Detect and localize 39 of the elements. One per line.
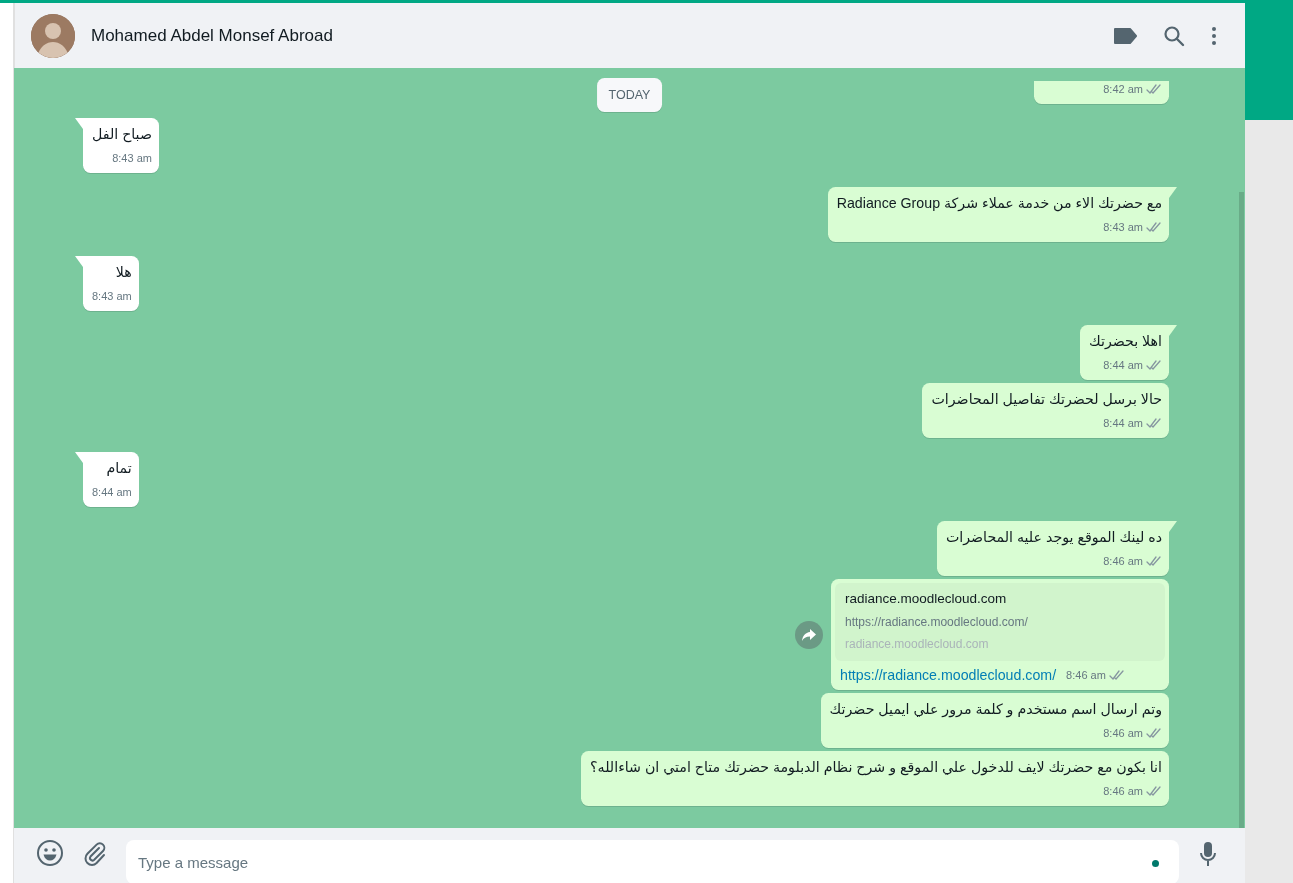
message-time: 8:42 am bbox=[1043, 81, 1162, 97]
avatar[interactable] bbox=[31, 13, 75, 58]
label-icon[interactable] bbox=[1113, 26, 1137, 45]
message-time: 8:44 am bbox=[931, 415, 1162, 431]
message-time: 8:43 am bbox=[836, 219, 1162, 235]
message-time: 8:46 am bbox=[829, 725, 1162, 741]
date-chip: TODAY bbox=[596, 78, 663, 112]
preview-url: https://radiance.moodlecloud.com/ bbox=[845, 615, 1029, 629]
paperclip-icon[interactable] bbox=[82, 840, 108, 866]
scrollbar[interactable] bbox=[1239, 192, 1244, 828]
message-time: 8:46 am bbox=[945, 553, 1162, 569]
menu-icon[interactable] bbox=[1211, 25, 1217, 46]
message-link[interactable]: https://radiance.moodlecloud.com/ bbox=[840, 667, 1057, 683]
link-preview[interactable]: radiance.moodlecloud.com https://radiance.moodlecloud.com/ radiance.moodlecloud.com bbox=[835, 583, 1165, 661]
message-time: 8:43 am bbox=[92, 289, 132, 304]
message-text: حالا برسل لحضرتك تفاصيل المحاضرات bbox=[931, 390, 1162, 410]
message-time: 8:44 am bbox=[1089, 357, 1162, 373]
message-text: انا بكون مع حضرتك لايف للدخول علي الموقع و شرح نظام الدبلومة حضرتك متاح امتي ان شاءالله؟ bbox=[590, 758, 1162, 778]
message-text: وتم ارسال اسم مستخدم و كلمة مرور علي ايميل حضرتك bbox=[829, 700, 1162, 720]
message-input[interactable]: Type a message bbox=[126, 840, 1179, 883]
message-time: 8:46 am bbox=[1066, 667, 1125, 683]
message-time: 8:43 am bbox=[111, 151, 152, 166]
message-text: اهلا بحضرتك bbox=[1089, 332, 1162, 351]
contact-name: Mohamed Abdel Monsef Abroad bbox=[91, 25, 334, 46]
status-dot bbox=[1152, 860, 1159, 867]
forward-button[interactable] bbox=[795, 620, 823, 649]
microphone-icon[interactable] bbox=[1199, 841, 1217, 867]
emoji-icon[interactable] bbox=[36, 839, 64, 867]
message-text: صباح الفل bbox=[92, 125, 152, 145]
message-time: 8:44 am bbox=[92, 485, 132, 500]
message-text: هلا bbox=[114, 263, 132, 282]
search-icon[interactable] bbox=[1163, 24, 1185, 47]
message-text: ده لينك الموقع يوجد عليه المحاضرات bbox=[945, 528, 1162, 548]
message-text: مع حضرتك الاء من خدمة عملاء شركة Radiance Group bbox=[836, 194, 1162, 214]
message-text: تمام bbox=[105, 459, 132, 478]
preview-domain: radiance.moodlecloud.com bbox=[845, 637, 990, 651]
preview-title: radiance.moodlecloud.com bbox=[845, 591, 1008, 606]
forward-arrow-icon bbox=[801, 627, 817, 642]
message-time: 8:46 am bbox=[590, 783, 1162, 799]
